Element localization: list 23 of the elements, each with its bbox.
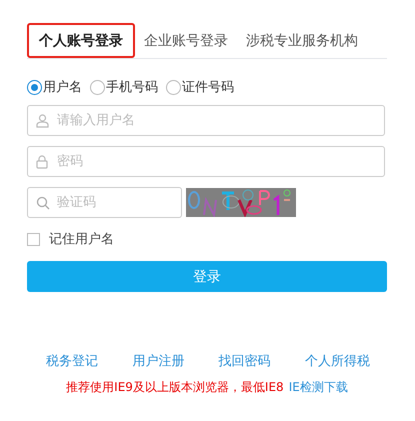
checkbox[interactable] xyxy=(27,232,40,246)
checkbox-label[interactable]: 记住用户名 xyxy=(49,230,114,248)
browser-notice: 推荐使用IE9及以上版本浏览器，最低IE8 xyxy=(66,379,284,396)
radio-button[interactable] xyxy=(90,80,105,94)
user-icon xyxy=(36,114,49,128)
captcha-field[interactable]: 验证码 xyxy=(27,187,182,218)
footer-link[interactable]: 用户注册 xyxy=(132,352,184,370)
radio-button[interactable] xyxy=(166,80,181,94)
footer-link[interactable]: 找回密码 xyxy=(218,352,271,370)
input-field[interactable]: 请输入用户名 xyxy=(27,105,385,136)
footer-link[interactable]: 个人所得税 xyxy=(304,352,370,370)
footer-link[interactable]: 税务登记 xyxy=(46,352,98,370)
input-field[interactable]: 密码 xyxy=(27,146,385,177)
search-icon xyxy=(36,196,50,210)
radio-button[interactable] xyxy=(27,80,42,94)
radio-label[interactable]: 用户名 xyxy=(43,78,82,96)
tab[interactable]: 涉税专业服务机构 xyxy=(237,23,367,58)
radio-label[interactable]: 证件号码 xyxy=(182,78,234,96)
tab[interactable]: 个人账号登录 xyxy=(27,23,135,58)
lock-icon xyxy=(36,154,48,168)
radio-label[interactable]: 手机号码 xyxy=(106,78,158,96)
ie-check-link[interactable]: IE检测下载 xyxy=(288,379,348,396)
tab[interactable]: 企业账号登录 xyxy=(135,23,237,58)
